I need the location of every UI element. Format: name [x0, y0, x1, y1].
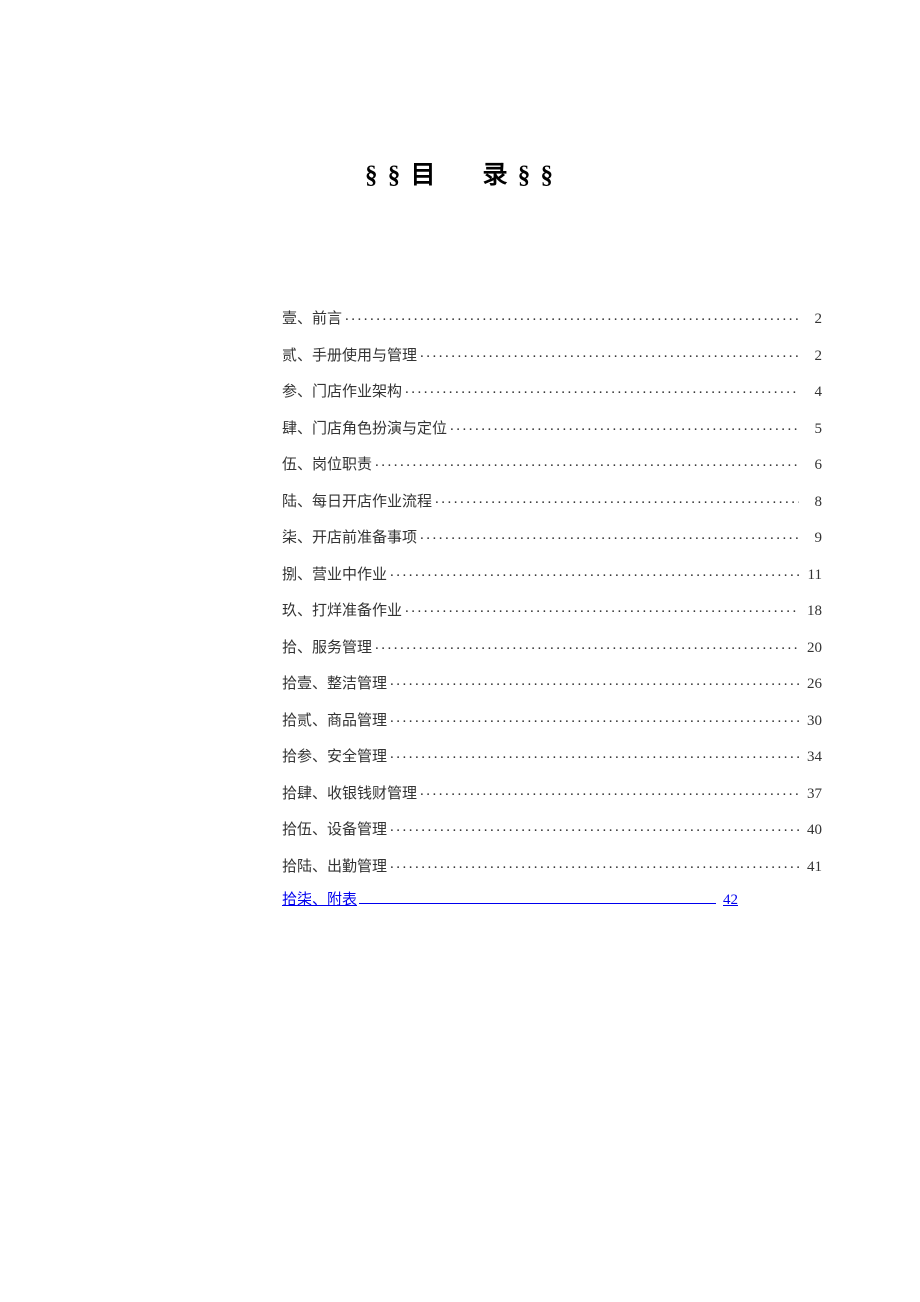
toc-leader-dots — [390, 746, 799, 761]
toc-label: 柒、开店前准备事项 — [282, 531, 417, 546]
toc-page-number: 42 — [718, 893, 738, 908]
toc-leader-dots — [420, 345, 799, 360]
toc-page-number: 2 — [802, 312, 822, 327]
toc-entry: 陆、每日开店作业流程 8 — [282, 491, 822, 510]
toc-entry: 参、门店作业架构 4 — [282, 381, 822, 400]
toc-label: 伍、岗位职责 — [282, 458, 372, 473]
toc-label: 捌、营业中作业 — [282, 568, 387, 583]
toc-page-number: 30 — [802, 714, 822, 729]
toc-label: 拾参、安全管理 — [282, 750, 387, 765]
toc-leader-dots — [390, 856, 799, 871]
toc-entry: 拾肆、收银钱财管理 37 — [282, 783, 822, 802]
toc-entry: 拾壹、整洁管理 26 — [282, 673, 822, 692]
toc-page-number: 8 — [802, 495, 822, 510]
toc-entry: 玖、打烊准备作业 18 — [282, 600, 822, 619]
toc-leader-dots — [375, 637, 799, 652]
title-part1: 目 — [410, 162, 437, 189]
toc-leader-dots — [390, 819, 799, 834]
toc-page-number: 4 — [802, 385, 822, 400]
toc-label: 壹、前言 — [282, 312, 342, 327]
toc-page-number: 9 — [802, 531, 822, 546]
toc-page-number: 6 — [802, 458, 822, 473]
toc-entry: 柒、开店前准备事项 9 — [282, 527, 822, 546]
toc-label: 参、门店作业架构 — [282, 385, 402, 400]
toc-page-number: 20 — [802, 641, 822, 656]
table-of-contents: 壹、前言 2 贰、手册使用与管理 2 参、门店作业架构 4 肆、门店角色扮演与定… — [282, 308, 822, 926]
toc-leader-dots — [435, 491, 799, 506]
toc-entry: 拾贰、商品管理 30 — [282, 710, 822, 729]
toc-label: 玖、打烊准备作业 — [282, 604, 402, 619]
toc-entry: 肆、门店角色扮演与定位 5 — [282, 418, 822, 437]
toc-leader-dots — [345, 308, 799, 323]
toc-leader-dots — [375, 454, 799, 469]
toc-page-number: 2 — [802, 349, 822, 364]
toc-label: 拾陆、出勤管理 — [282, 860, 387, 875]
toc-entry: 贰、手册使用与管理 2 — [282, 345, 822, 364]
toc-page-number: 37 — [802, 787, 822, 802]
toc-page-number: 18 — [802, 604, 822, 619]
toc-entry: 拾陆、出勤管理 41 — [282, 856, 822, 875]
toc-label: 拾、服务管理 — [282, 641, 372, 656]
toc-entry: 捌、营业中作业 11 — [282, 564, 822, 583]
toc-label: 贰、手册使用与管理 — [282, 349, 417, 364]
title-prefix: § § — [365, 162, 402, 189]
toc-label: 陆、每日开店作业流程 — [282, 495, 432, 510]
toc-page-number: 34 — [802, 750, 822, 765]
toc-page-number: 5 — [802, 422, 822, 437]
title-suffix: § § — [518, 162, 555, 189]
toc-entry: 拾伍、设备管理 40 — [282, 819, 822, 838]
toc-entry-link[interactable]: 拾柒、附表 42 — [282, 892, 738, 908]
toc-page-number: 40 — [802, 823, 822, 838]
toc-link-underline — [359, 892, 716, 904]
toc-entry: 拾、服务管理 20 — [282, 637, 822, 656]
toc-leader-dots — [450, 418, 799, 433]
toc-label: 肆、门店角色扮演与定位 — [282, 422, 447, 437]
toc-leader-dots — [405, 381, 799, 396]
toc-leader-dots — [390, 564, 799, 579]
toc-page-number: 41 — [802, 860, 822, 875]
toc-label: 拾贰、商品管理 — [282, 714, 387, 729]
title-part2: 录 — [483, 162, 510, 189]
toc-entry: 伍、岗位职责 6 — [282, 454, 822, 473]
toc-label: 拾肆、收银钱财管理 — [282, 787, 417, 802]
toc-entry: 壹、前言 2 — [282, 308, 822, 327]
toc-leader-dots — [420, 783, 799, 798]
page-title: § § 目 录 § § — [0, 0, 920, 191]
toc-label: 拾柒、附表 — [282, 893, 357, 908]
toc-label: 拾壹、整洁管理 — [282, 677, 387, 692]
toc-entry: 拾参、安全管理 34 — [282, 746, 822, 765]
toc-label: 拾伍、设备管理 — [282, 823, 387, 838]
toc-leader-dots — [390, 673, 799, 688]
toc-leader-dots — [390, 710, 799, 725]
toc-page-number: 26 — [802, 677, 822, 692]
toc-leader-dots — [420, 527, 799, 542]
toc-leader-dots — [405, 600, 799, 615]
toc-page-number: 11 — [802, 568, 822, 583]
